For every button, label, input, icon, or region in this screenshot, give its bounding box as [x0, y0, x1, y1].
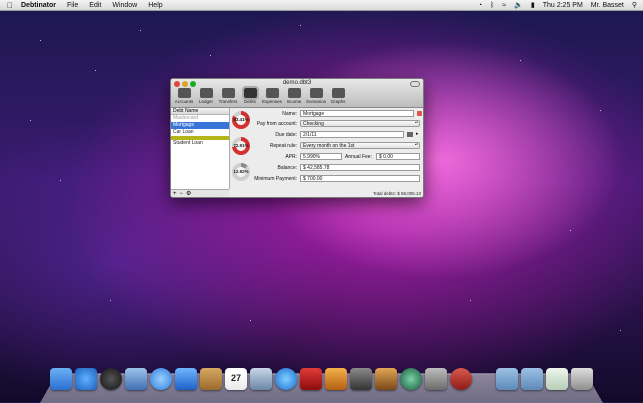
delete-icon[interactable]: [417, 111, 422, 116]
debt-list-footer: + − ⚙: [171, 189, 229, 197]
applications-folder-icon[interactable]: [496, 368, 518, 390]
menu-user[interactable]: Mr. Basset: [591, 2, 624, 9]
add-debt-button[interactable]: +: [173, 191, 177, 197]
repeat-rule-select[interactable]: Every month on the 1st: [300, 142, 420, 149]
annual-fee-label: Annual Fee:: [345, 154, 372, 160]
menu-edit[interactable]: Edit: [89, 2, 101, 9]
garageband-icon[interactable]: [375, 368, 397, 390]
due-date-stepper[interactable]: ▸: [416, 131, 419, 137]
dock-separator: [475, 368, 493, 390]
mail-icon[interactable]: [125, 368, 147, 390]
bank-icon: [177, 88, 191, 98]
toolbar: Accounts Ledger Transfers Debts Expenses…: [173, 86, 349, 104]
photo-booth-icon[interactable]: [300, 368, 322, 390]
debt-item-student-loan[interactable]: Student Loan: [171, 140, 229, 147]
apr-label: APR:: [285, 154, 297, 160]
imovie-icon[interactable]: [350, 368, 372, 390]
toolbar-transfers[interactable]: Transfers: [217, 88, 239, 104]
iphoto-icon[interactable]: [325, 368, 347, 390]
debts-icon: [241, 86, 259, 100]
safari-icon[interactable]: [150, 368, 172, 390]
time-machine-dock-icon[interactable]: [400, 368, 422, 390]
finder-icon[interactable]: [50, 368, 72, 390]
debt-item-mortgage[interactable]: Mortgage: [171, 122, 229, 129]
desktop-background: [0, 0, 643, 402]
toolbar-graphs[interactable]: Graphs: [327, 88, 349, 104]
debt-list-header[interactable]: Debt Name: [171, 108, 229, 115]
menu-file[interactable]: File: [67, 2, 78, 9]
window-title: demo.dbt3: [282, 80, 312, 86]
toolbar-debts[interactable]: Debts: [239, 86, 261, 104]
name-field[interactable]: Mortgage: [300, 110, 414, 117]
expenses-icon: [265, 88, 279, 98]
preview-icon[interactable]: [250, 368, 272, 390]
total-debts: Total debts: $ 58,005.13: [372, 191, 421, 196]
balance-field[interactable]: $ 42,585.78: [300, 164, 420, 171]
pay-from-label: Pay from account:: [256, 121, 297, 127]
debtinator-dock-icon[interactable]: [450, 368, 472, 390]
menu-bar:  Debtinator File Edit Window Help ◔ ᛒ ≈…: [0, 0, 643, 11]
minimum-payment-field[interactable]: $ 700.00: [300, 175, 420, 182]
menu-window[interactable]: Window: [112, 2, 137, 9]
window-titlebar[interactable]: demo.dbt3 Accounts Ledger Transfers Debt…: [171, 79, 423, 108]
payoff-pies: 83.41% 72.91% 12.92%: [231, 111, 253, 189]
annual-fee-field[interactable]: $ 0.00: [376, 153, 420, 160]
battery-icon[interactable]: ▮: [531, 1, 535, 9]
scales-icon: [309, 88, 323, 98]
system-preferences-icon[interactable]: [425, 368, 447, 390]
income-icon: [287, 88, 301, 98]
pie-progress-1: 83.41%: [232, 111, 250, 129]
toolbar-toggle-button[interactable]: [410, 81, 420, 87]
pie-progress-2: 72.91%: [232, 137, 250, 155]
toolbar-expenses[interactable]: Expenses: [261, 88, 283, 104]
downloads-stack-icon[interactable]: [546, 368, 568, 390]
itunes-icon[interactable]: [275, 368, 297, 390]
address-book-icon[interactable]: [200, 368, 222, 390]
toolbar-scenarios[interactable]: Scenarios: [305, 88, 327, 104]
pay-from-select[interactable]: Checking: [300, 120, 420, 127]
time-machine-icon[interactable]: ◔: [478, 2, 482, 9]
toolbar-income[interactable]: Income: [283, 88, 305, 104]
minimum-payment-label: Minimum Payment:: [254, 176, 297, 182]
due-date-label: Due date:: [275, 132, 297, 138]
transfer-icon: [221, 88, 235, 98]
menu-app-name[interactable]: Debtinator: [21, 2, 56, 9]
repeat-rule-label: Repeat rule:: [269, 143, 297, 149]
balance-label: Balance:: [277, 165, 297, 171]
debt-list: Debt Name Mastercard Mortgage Car Loan S…: [171, 108, 230, 189]
due-date-field[interactable]: 2/1/11: [300, 131, 404, 138]
debt-item-car-loan[interactable]: Car Loan: [171, 129, 229, 136]
volume-icon[interactable]: 🔈: [514, 1, 523, 9]
debtinator-window: demo.dbt3 Accounts Ledger Transfers Debt…: [170, 78, 424, 198]
toolbar-ledger[interactable]: Ledger: [195, 88, 217, 104]
apple-menu-icon[interactable]: : [7, 1, 13, 10]
graph-icon: [331, 88, 345, 98]
apr-field[interactable]: 5.990%: [300, 153, 342, 160]
name-label: Name:: [282, 111, 297, 117]
documents-folder-icon[interactable]: [521, 368, 543, 390]
calendar-icon[interactable]: [407, 132, 413, 137]
spotlight-icon[interactable]: ⚲: [632, 1, 637, 9]
trash-icon[interactable]: [571, 368, 593, 390]
pie-progress-3: 12.92%: [232, 163, 250, 181]
dashboard-icon[interactable]: [100, 368, 122, 390]
bluetooth-icon[interactable]: ᛒ: [490, 2, 494, 9]
wifi-icon[interactable]: ≈: [502, 2, 506, 9]
ledger-icon: [199, 88, 213, 98]
remove-debt-button[interactable]: −: [180, 191, 184, 197]
dock-icons: 27: [50, 368, 593, 390]
app-store-icon[interactable]: [75, 368, 97, 390]
menu-clock[interactable]: Thu 2:25 PM: [543, 2, 583, 9]
debt-item-mastercard[interactable]: Mastercard: [171, 115, 229, 122]
ical-icon[interactable]: 27: [225, 368, 247, 390]
facetime-icon[interactable]: [175, 368, 197, 390]
menu-help[interactable]: Help: [148, 2, 162, 9]
gear-icon[interactable]: ⚙: [186, 190, 191, 197]
toolbar-accounts[interactable]: Accounts: [173, 88, 195, 104]
